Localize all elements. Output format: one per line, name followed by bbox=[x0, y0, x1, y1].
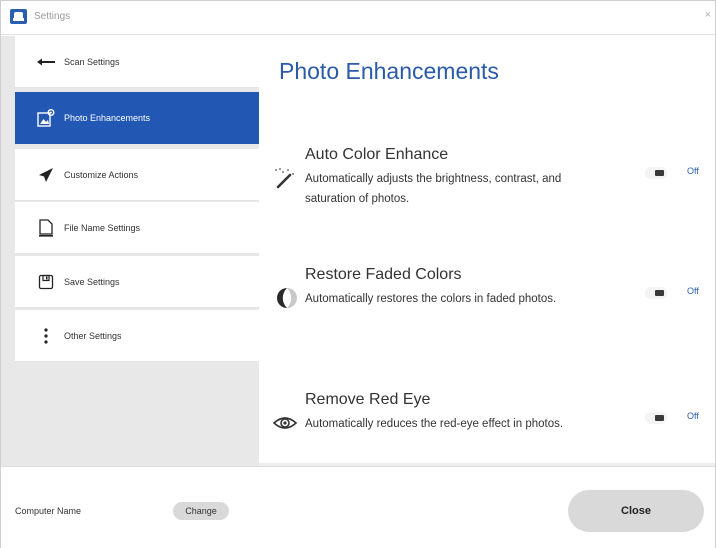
toggle-state-label: Off bbox=[687, 166, 699, 176]
restore-faded-colors-toggle[interactable] bbox=[645, 287, 667, 299]
footer-bar: Computer Name Change Close bbox=[1, 466, 715, 548]
half-circle-icon bbox=[273, 286, 297, 310]
computer-name-label: Computer Name bbox=[15, 506, 82, 516]
eye-icon bbox=[272, 411, 298, 435]
sidebar-item-label: Customize Actions bbox=[64, 169, 139, 180]
settings-window: Settings × Scan Settings Photo Enhanceme… bbox=[0, 0, 716, 548]
option-remove-red-eye: Remove Red Eye Automatically reduces the… bbox=[259, 391, 715, 471]
sidebar: Scan Settings Photo Enhancements Customi… bbox=[1, 36, 259, 466]
option-restore-faded-colors: Restore Faded Colors Automatically resto… bbox=[259, 266, 715, 346]
sidebar-item-label: Other Settings bbox=[64, 330, 122, 341]
title-bar: Settings × bbox=[1, 1, 715, 35]
auto-color-enhance-toggle[interactable] bbox=[645, 167, 667, 179]
send-arrow-icon bbox=[37, 166, 55, 184]
window-title: Settings bbox=[34, 11, 71, 22]
back-arrow-icon bbox=[37, 53, 55, 71]
sidebar-item-label: Photo Enhancements bbox=[64, 113, 151, 123]
option-title: Auto Color Enhance bbox=[305, 146, 449, 163]
magic-wand-icon bbox=[273, 166, 297, 190]
toggle-knob bbox=[655, 290, 664, 296]
toggle-knob bbox=[655, 415, 664, 421]
sidebar-item-label: Scan Settings bbox=[64, 56, 120, 67]
sidebar-item-save-settings[interactable]: Save Settings bbox=[15, 256, 259, 308]
sidebar-item-customize-actions[interactable]: Customize Actions bbox=[15, 149, 259, 201]
page-title: Photo Enhancements bbox=[279, 58, 499, 84]
document-icon bbox=[37, 218, 55, 237]
remove-red-eye-toggle[interactable] bbox=[645, 412, 667, 424]
sidebar-item-label: File Name Settings bbox=[64, 222, 141, 233]
change-button[interactable]: Change bbox=[173, 502, 229, 520]
close-button[interactable]: Close bbox=[568, 490, 704, 532]
toggle-knob bbox=[655, 170, 664, 176]
photo-enhance-icon bbox=[37, 109, 55, 127]
save-icon bbox=[37, 273, 55, 291]
option-title: Restore Faded Colors bbox=[305, 266, 462, 283]
option-description: Automatically reduces the red-eye effect… bbox=[305, 418, 564, 430]
sidebar-item-other-settings[interactable]: Other Settings bbox=[15, 310, 259, 362]
sidebar-item-label: Save Settings bbox=[64, 276, 120, 287]
sidebar-item-scan-settings[interactable]: Scan Settings bbox=[15, 36, 259, 88]
sidebar-item-file-name-settings[interactable]: File Name Settings bbox=[15, 202, 259, 254]
window-close-icon[interactable]: × bbox=[705, 9, 711, 21]
option-title: Remove Red Eye bbox=[305, 391, 431, 408]
option-description: Automatically restores the colors in fad… bbox=[305, 293, 557, 305]
option-description: Automatically adjusts the brightness, co… bbox=[305, 173, 562, 205]
option-auto-color-enhance: Auto Color Enhance Automatically adjusts… bbox=[259, 146, 715, 226]
sidebar-item-photo-enhancements[interactable]: Photo Enhancements bbox=[15, 92, 259, 144]
scanner-app-icon bbox=[10, 9, 27, 24]
vertical-ellipsis-icon bbox=[37, 327, 55, 345]
main-panel: Photo Enhancements Auto Color Enhance Au… bbox=[259, 36, 715, 466]
toggle-state-label: Off bbox=[687, 286, 699, 296]
toggle-state-label: Off bbox=[687, 411, 699, 421]
